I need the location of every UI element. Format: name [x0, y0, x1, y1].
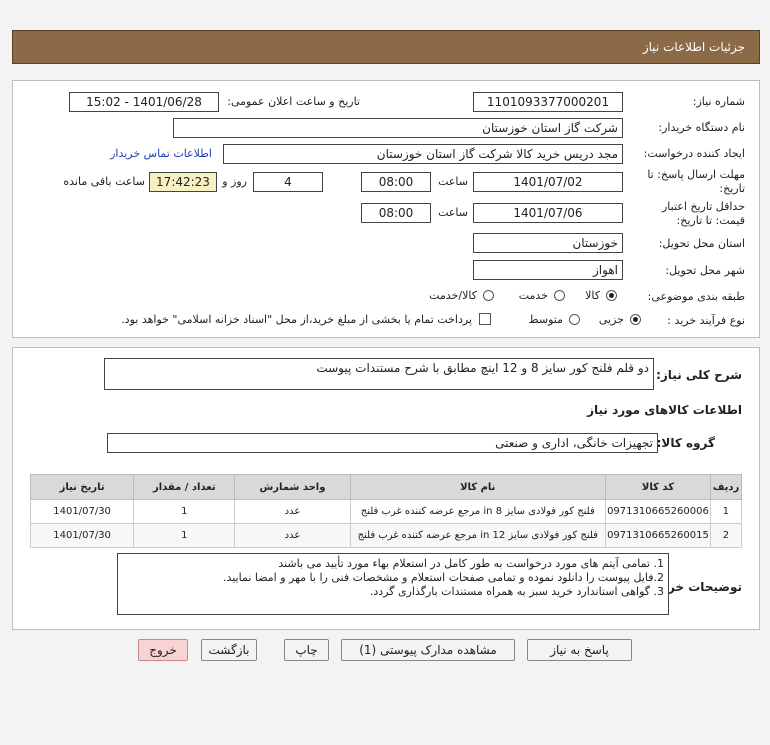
- goods-group-label: گروه کالا:: [656, 436, 715, 450]
- process-option-medium: متوسط: [528, 313, 563, 326]
- cell-row: 1: [709, 499, 743, 524]
- validity-date-field: 1401/07/06: [473, 203, 623, 223]
- col-unit: واحد شمارش: [234, 474, 351, 500]
- days-field: 4: [253, 172, 323, 192]
- cell-row: 2: [709, 523, 743, 548]
- cell-date: 1401/07/30: [29, 499, 135, 524]
- category-radio-goods[interactable]: [606, 290, 617, 301]
- remaining-time-field: 17:42:23: [149, 172, 217, 192]
- col-name: نام کالا: [349, 474, 606, 500]
- col-row: ردیف: [709, 474, 743, 500]
- category-radio-service[interactable]: [554, 290, 565, 301]
- process-label: نوع فرآیند خرید :: [667, 314, 745, 327]
- process-radio-minor[interactable]: [630, 314, 641, 325]
- table-header-row: ردیف کد کالا نام کالا واحد شمارش تعداد /…: [29, 474, 743, 500]
- remaining-label: ساعت باقی مانده: [63, 175, 145, 188]
- description-label: شرح کلی نیاز:: [656, 368, 742, 382]
- buyer-org-field: شرکت گاز استان خوزستان: [173, 118, 623, 138]
- deadline-time-label: ساعت: [438, 175, 468, 188]
- buyer-notes-box: 1. تمامی آیتم های مورد درخواست به طور کا…: [117, 553, 669, 615]
- treasury-note: پرداخت تمام یا بخشی از مبلغ خرید،از محل …: [121, 313, 472, 326]
- description-box: دو قلم فلنج کور سایز 8 و 12 اینچ مطابق ب…: [104, 358, 654, 390]
- goods-info-title: اطلاعات کالاهای مورد نیاز: [587, 403, 742, 417]
- category-radio-goods-service[interactable]: [483, 290, 494, 301]
- attachments-button[interactable]: مشاهده مدارک پیوستی (1): [341, 639, 515, 661]
- buyer-note-line: 2.فایل پیوست را دانلود نموده و تمامی صفح…: [222, 571, 664, 584]
- table-row[interactable]: 1 0971310665260006 فلنج کور فولادی سایز …: [29, 499, 743, 524]
- process-option-minor: جزیی: [598, 313, 624, 326]
- cell-name: فلنج کور فولادی سایز 12 in مرجع عرضه کنن…: [349, 523, 606, 548]
- buyer-note-line: 3. گواهی استاندارد خرید سبز به همراه مست…: [369, 585, 664, 598]
- city-label: شهر محل تحویل:: [665, 264, 745, 277]
- reply-button[interactable]: پاسخ به نیاز: [527, 639, 632, 661]
- table-row[interactable]: 2 0971310665260015 فلنج کور فولادی سایز …: [29, 523, 743, 548]
- announce-field: 1401/06/28 - 15:02: [69, 92, 219, 112]
- province-field: خوزستان: [473, 233, 623, 253]
- print-button[interactable]: چاپ: [284, 639, 329, 661]
- validity-time-field: 08:00: [361, 203, 431, 223]
- buyer-note-line: 1. تمامی آیتم های مورد درخواست به طور کا…: [278, 557, 664, 570]
- col-code: کد کالا: [604, 474, 711, 500]
- cell-code: 0971310665260015: [604, 523, 711, 548]
- cell-unit: عدد: [234, 523, 351, 548]
- buyer-org-label: نام دستگاه خریدار:: [658, 121, 745, 134]
- contact-buyer-link[interactable]: اطلاعات تماس خریدار: [110, 147, 212, 160]
- page-header: جزئیات اطلاعات نیاز: [12, 30, 760, 64]
- creator-field: مجد دریس خرید کالا شرکت گاز استان خوزستا…: [223, 144, 623, 164]
- city-field: اهواز: [473, 260, 623, 280]
- deadline-date-field: 1401/07/02: [473, 172, 623, 192]
- items-table: ردیف کد کالا نام کالا واحد شمارش تعداد /…: [29, 474, 743, 548]
- province-label: استان محل تحویل:: [658, 237, 745, 250]
- announce-label: تاریخ و ساعت اعلان عمومی:: [227, 95, 360, 108]
- exit-button[interactable]: خروج: [138, 639, 188, 661]
- description-text: دو قلم فلنج کور سایز 8 و 12 اینچ مطابق ب…: [316, 361, 649, 375]
- cell-qty: 1: [133, 499, 236, 524]
- need-number-field: 1101093377000201: [473, 92, 623, 112]
- cell-unit: عدد: [234, 499, 351, 524]
- category-option-goods-service: کالا/خدمت: [429, 289, 477, 302]
- cell-date: 1401/07/30: [29, 523, 135, 548]
- creator-label: ایجاد کننده درخواست:: [643, 147, 745, 160]
- category-label: طبقه بندی موضوعی:: [647, 290, 745, 303]
- process-radio-medium[interactable]: [569, 314, 580, 325]
- need-number-label: شماره نیاز:: [692, 95, 745, 108]
- back-button[interactable]: بازگشت: [201, 639, 257, 661]
- category-option-goods: کالا: [585, 289, 600, 302]
- validity-time-label: ساعت: [438, 206, 468, 219]
- col-qty: تعداد / مقدار: [133, 474, 236, 500]
- col-date: تاریخ نیاز: [29, 474, 135, 500]
- deadline-time-field: 08:00: [361, 172, 431, 192]
- deadline-label: مهلت ارسال پاسخ: تا تاریخ:: [647, 168, 745, 195]
- cell-code: 0971310665260006: [604, 499, 711, 524]
- goods-group-field: تجهیزات خانگی، اداری و صنعتی: [107, 433, 658, 453]
- cell-name: فلنج کور فولادی سایز 8 in مرجع عرضه کنند…: [349, 499, 606, 524]
- category-option-service: خدمت: [518, 289, 548, 302]
- validity-label: حداقل تاریخ اعتبار قیمت: تا تاریخ:: [661, 200, 745, 227]
- treasury-checkbox[interactable]: [479, 313, 491, 325]
- days-label: روز و: [222, 175, 247, 188]
- page-title: جزئیات اطلاعات نیاز: [642, 40, 745, 54]
- cell-qty: 1: [133, 523, 236, 548]
